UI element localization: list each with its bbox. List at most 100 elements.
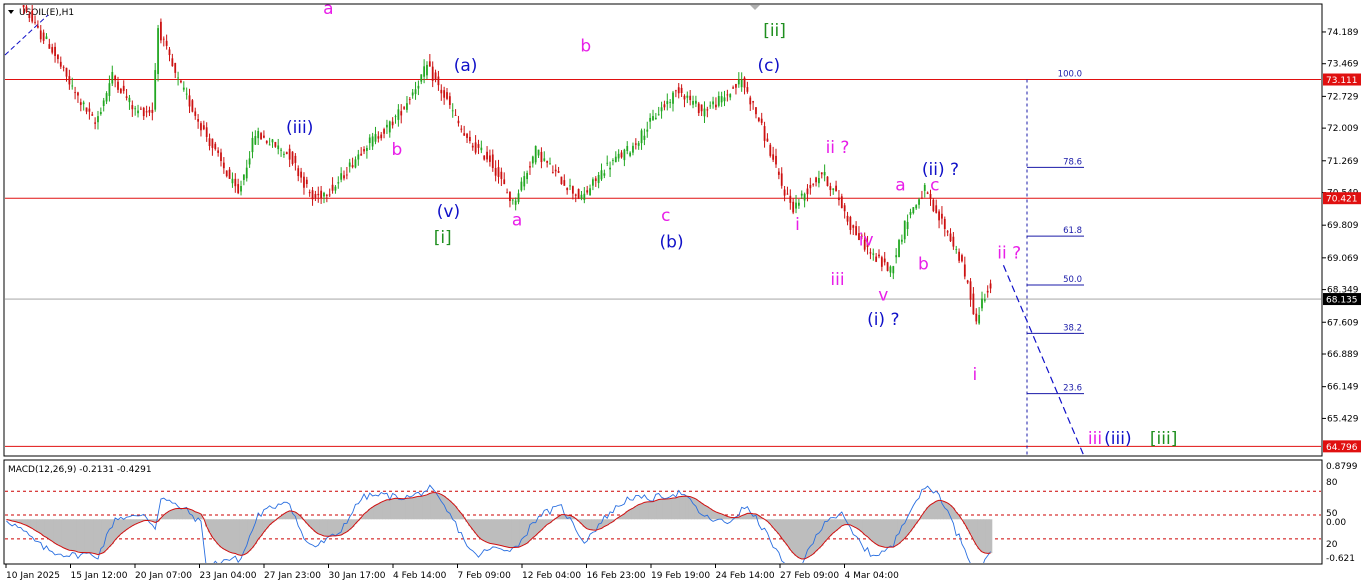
wave-label: (b) (660, 233, 684, 253)
candle-body (529, 166, 531, 168)
candle-body (257, 130, 260, 139)
candle-body (217, 150, 220, 153)
candle-body (537, 149, 540, 156)
candle-body (240, 186, 242, 192)
candle-body (660, 107, 663, 112)
candle-body (294, 155, 297, 163)
fib-level-label: 61.8 (1063, 226, 1082, 236)
candle-body (340, 173, 343, 180)
candle-body (185, 93, 188, 95)
candle-body (835, 185, 837, 192)
candle-body (594, 178, 597, 182)
candle-body (786, 193, 789, 195)
candle-body (268, 144, 271, 146)
candle-body (520, 181, 523, 191)
candle-body (94, 122, 97, 124)
candle-body (88, 108, 91, 112)
candle-body (391, 121, 394, 126)
macd-axis-label: 20 (1326, 540, 1338, 550)
candle-body (554, 169, 557, 172)
wave-label: a (323, 0, 333, 19)
candle-body (411, 92, 414, 96)
current-price-tag-label: 68.135 (1326, 296, 1358, 306)
candle-body (254, 136, 257, 145)
wave-label: a (895, 175, 905, 195)
candle-body (961, 255, 963, 262)
time-tick-label: 27 Feb 09:00 (780, 571, 839, 581)
candle-body (883, 258, 886, 263)
candle-body (843, 205, 846, 212)
candle-body (260, 133, 262, 140)
time-tick-label: 10 Jan 2025 (6, 571, 60, 581)
candle-body (692, 101, 694, 105)
candle-body (237, 184, 240, 194)
candle-body (157, 28, 159, 75)
candle-body (451, 110, 454, 112)
level-tag-label: 73.111 (1326, 76, 1358, 86)
candle-body (285, 152, 288, 154)
wave-label: ii ? (826, 138, 850, 158)
candle-body (952, 236, 955, 247)
candle-body (818, 177, 820, 184)
candle-body (245, 167, 248, 179)
candle-body (820, 172, 823, 175)
candle-body (829, 186, 832, 191)
candle-body (846, 215, 849, 222)
candle-body (474, 142, 477, 153)
candle-body (606, 162, 609, 164)
wave-label: (ii) ? (922, 160, 959, 180)
price-chart[interactable]: USOIL(E),H1 100.078.661.850.038.223.6 a(… (0, 0, 1366, 588)
wave-label: (i) ? (867, 310, 899, 330)
candle-body (280, 149, 282, 151)
fib-level-label: 100.0 (1058, 70, 1082, 80)
candle-body (717, 96, 720, 106)
macd-axis-label: 80 (1326, 478, 1338, 488)
candle-body (566, 187, 569, 191)
candle-body (191, 100, 194, 112)
macd-axis-label: 0.8799 (1326, 462, 1358, 472)
candle-body (683, 95, 686, 100)
candle-body (589, 188, 591, 196)
candle-body (360, 153, 363, 156)
candle-body (597, 174, 600, 184)
price-tick-label: 73.469 (1327, 60, 1359, 70)
candle-body (377, 136, 380, 139)
candle-body (878, 254, 880, 257)
time-tick-label: 24 Feb 14:00 (716, 571, 775, 581)
price-tick-label: 66.889 (1327, 350, 1359, 360)
candle-body (563, 180, 566, 186)
candle-body (969, 281, 972, 300)
candle-body (105, 93, 108, 102)
price-tick-label: 72.009 (1327, 124, 1359, 134)
time-tick-label: 7 Feb 09:00 (458, 571, 512, 581)
candle-body (128, 97, 131, 103)
candle-body (202, 125, 205, 130)
candle-body (749, 97, 752, 105)
candle-body (171, 58, 174, 67)
candle-body (546, 160, 549, 163)
candle-body (777, 171, 780, 175)
candle-body (197, 119, 200, 122)
candle-body (806, 188, 809, 195)
candle-body (946, 231, 949, 233)
candle-body (394, 116, 397, 118)
candle-body (935, 205, 938, 213)
candle-body (305, 179, 308, 185)
candle-body (503, 179, 506, 185)
candle-body (211, 138, 214, 148)
candle-body (148, 110, 151, 113)
candle-body (460, 128, 463, 130)
candle-body (697, 103, 700, 114)
level-tag-label: 70.421 (1326, 195, 1358, 205)
candle-body (600, 170, 603, 180)
candle-body (580, 194, 583, 199)
candle-body (695, 100, 697, 104)
candle-body (592, 179, 594, 186)
candle-body (912, 207, 915, 214)
time-tick-label: 4 Feb 14:00 (393, 571, 447, 581)
candle-body (334, 186, 337, 191)
candle-body (523, 176, 526, 187)
candle-body (674, 90, 677, 92)
candle-body (571, 186, 574, 194)
wave-label: (v) (437, 202, 460, 222)
